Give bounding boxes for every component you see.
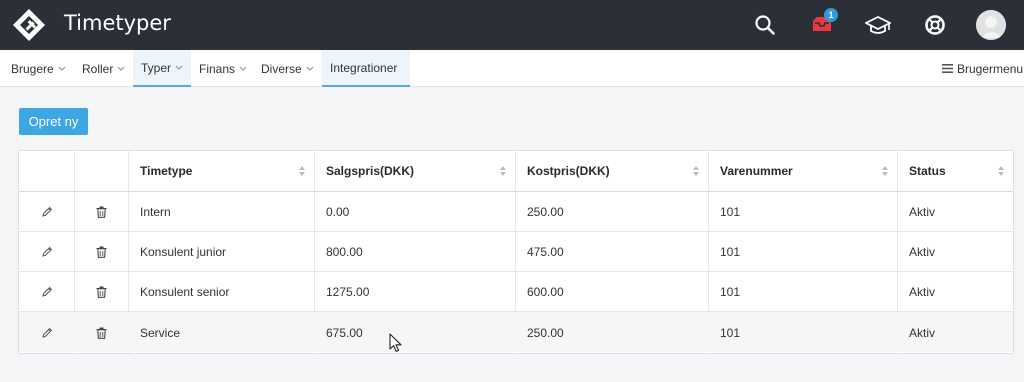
app-title: Timetyper: [64, 11, 171, 35]
table-row[interactable]: Konsulent junior 800.00 475.00 101 Aktiv: [19, 232, 1013, 272]
nav-item-label: Brugere: [11, 61, 54, 76]
nav-item-label: Integrationer: [330, 60, 398, 75]
sort-icon[interactable]: [997, 165, 1005, 177]
chevron-down-icon: [175, 65, 183, 70]
column-header-kostpris[interactable]: Kostpris(DKK): [515, 151, 708, 191]
column-header-label: Salgspris(DKK): [326, 164, 415, 178]
edit-icon[interactable]: [19, 232, 74, 272]
trash-icon[interactable]: [74, 272, 128, 312]
trash-icon[interactable]: [74, 312, 128, 353]
cell-kostpris: 475.00: [527, 245, 564, 259]
cell-timetype: Service: [140, 325, 181, 340]
top-bar: Timetyper 1: [0, 0, 1024, 50]
column-header-label: Varenummer: [720, 164, 793, 178]
cell-status: Aktiv: [909, 325, 936, 340]
column-header-salgspris[interactable]: Salgspris(DKK): [314, 151, 515, 191]
column-header-label: Status: [909, 164, 946, 178]
cell-salgspris: 675.00: [326, 325, 363, 340]
graduation-cap-icon[interactable]: [864, 11, 892, 39]
cell-kostpris: 250.00: [527, 325, 564, 340]
avatar[interactable]: [976, 10, 1006, 40]
sort-icon[interactable]: [692, 165, 700, 177]
column-header-timetype[interactable]: Timetype: [128, 151, 314, 191]
mouse-cursor-icon: [389, 333, 402, 352]
trash-icon[interactable]: [74, 232, 128, 272]
nav-item-integrationer[interactable]: Integrationer: [322, 50, 410, 87]
table-row[interactable]: Intern 0.00 250.00 101 Aktiv: [19, 192, 1013, 232]
table-row[interactable]: Service 675.00 250.00 101 Aktiv: [19, 312, 1013, 352]
cell-timetype: Konsulent junior: [140, 245, 227, 259]
app-logo-icon[interactable]: [12, 8, 46, 42]
cell-timetype: Intern: [140, 205, 171, 219]
cell-salgspris: 0.00: [326, 205, 350, 219]
chevron-down-icon: [58, 66, 66, 71]
column-header-varenummer[interactable]: Varenummer: [708, 151, 897, 191]
user-menu[interactable]: Brugermenu: [942, 50, 1023, 87]
cell-varenummer: 101: [720, 285, 741, 299]
user-menu-label: Brugermenu: [957, 61, 1024, 76]
nav-item-typer[interactable]: Typer: [133, 50, 191, 87]
edit-icon[interactable]: [19, 272, 74, 312]
timetype-table: Timetype Salgspris(DKK) Kostpris(DKK) Va…: [18, 150, 1014, 354]
cell-varenummer: 101: [720, 245, 741, 259]
column-header-status[interactable]: Status: [897, 151, 1013, 191]
cell-status: Aktiv: [909, 245, 936, 259]
nav-item-brugere[interactable]: Brugere: [3, 50, 74, 87]
inbox-icon[interactable]: 1: [808, 8, 838, 39]
cell-kostpris: 600.00: [527, 285, 564, 299]
nav-item-label: Typer: [141, 60, 172, 75]
chevron-down-icon: [306, 66, 314, 71]
cell-status: Aktiv: [909, 205, 936, 219]
nav-item-diverse[interactable]: Diverse: [253, 50, 322, 87]
column-header-label: Timetype: [140, 164, 193, 178]
cell-status: Aktiv: [909, 285, 936, 299]
nav-item-label: Finans: [199, 61, 236, 76]
nav-item-roller[interactable]: Roller: [74, 50, 133, 87]
notification-badge: 1: [824, 8, 838, 22]
menu-icon: [942, 64, 953, 73]
sort-icon[interactable]: [298, 165, 306, 177]
sub-navigation: Brugere Roller Typer Finans Diverse Inte…: [0, 50, 1024, 87]
edit-icon[interactable]: [19, 192, 74, 232]
nav-item-finans[interactable]: Finans: [191, 50, 255, 87]
search-icon[interactable]: [751, 11, 779, 39]
edit-icon[interactable]: [19, 312, 74, 353]
chevron-down-icon: [117, 66, 125, 71]
nav-item-label: Diverse: [261, 61, 302, 76]
table-row[interactable]: Konsulent senior 1275.00 600.00 101 Akti…: [19, 272, 1013, 312]
lifebuoy-icon[interactable]: [921, 11, 949, 39]
cell-kostpris: 250.00: [527, 205, 564, 219]
cell-varenummer: 101: [720, 205, 741, 219]
create-new-button[interactable]: Opret ny: [19, 108, 88, 135]
sort-icon[interactable]: [499, 165, 507, 177]
cell-timetype: Konsulent senior: [140, 285, 230, 299]
cell-salgspris: 1275.00: [326, 285, 370, 299]
cell-salgspris: 800.00: [326, 245, 363, 259]
cell-varenummer: 101: [720, 325, 741, 340]
chevron-down-icon: [239, 66, 247, 71]
trash-icon[interactable]: [74, 192, 128, 232]
table-header: Timetype Salgspris(DKK) Kostpris(DKK) Va…: [19, 151, 1013, 192]
nav-item-label: Roller: [82, 61, 114, 76]
sort-icon[interactable]: [881, 165, 889, 177]
column-header-label: Kostpris(DKK): [527, 164, 610, 178]
